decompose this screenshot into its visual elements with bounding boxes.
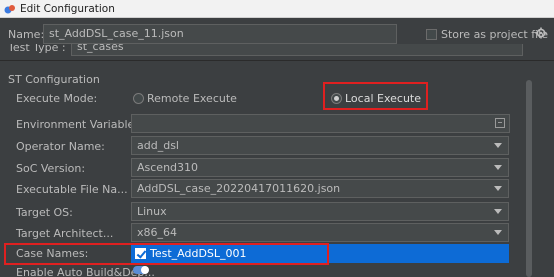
dialog-content: Name: st_AddDSL_case_11.json Store as pr…	[0, 18, 554, 277]
store-project-label[interactable]: Store as project file	[441, 28, 548, 41]
operator-name-select[interactable]: add_dsl	[131, 136, 509, 155]
app-icon	[4, 4, 15, 13]
divider	[0, 60, 554, 61]
soc-version-label: SoC Version:	[16, 162, 86, 175]
name-input[interactable]: st_AddDSL_case_11.json	[43, 24, 397, 44]
target-arch-label: Target Architect...	[16, 227, 114, 240]
chevron-down-icon[interactable]	[494, 143, 502, 148]
soc-version-select[interactable]: Ascend310	[131, 158, 509, 177]
chevron-down-icon[interactable]	[494, 209, 502, 214]
remote-execute-label[interactable]: Remote Execute	[147, 92, 237, 105]
test-type-row: Test Type : st_cases	[0, 44, 554, 58]
scrollbar-thumb[interactable]	[526, 80, 532, 277]
executable-file-label: Executable File Na...	[16, 183, 128, 196]
section-title: ST Configuration	[8, 73, 100, 86]
name-label: Name:	[8, 28, 45, 41]
remote-execute-radio[interactable]	[133, 93, 144, 104]
target-arch-value: x86_64	[137, 226, 178, 239]
executable-file-select[interactable]: AddDSL_case_20220417011620.json	[131, 179, 509, 198]
window-title: Edit Configuration	[20, 2, 115, 15]
chevron-down-icon[interactable]	[494, 186, 502, 191]
env-vars-label: Environment Variables:	[16, 118, 144, 131]
auto-build-toggle[interactable]	[133, 266, 149, 274]
local-execute-highlight	[323, 82, 428, 110]
soc-version-value: Ascend310	[137, 161, 199, 174]
env-vars-input[interactable]	[131, 114, 510, 133]
target-arch-select[interactable]: x86_64	[131, 223, 509, 242]
target-os-label: Target OS:	[16, 206, 73, 219]
title-bar: Edit Configuration	[0, 0, 554, 18]
chevron-down-icon[interactable]	[494, 165, 502, 170]
test-type-label: Test Type :	[8, 44, 66, 54]
case-names-highlight	[4, 243, 329, 265]
operator-name-label: Operator Name:	[16, 140, 105, 153]
execute-mode-label: Execute Mode:	[16, 92, 98, 105]
executable-file-value: AddDSL_case_20220417011620.json	[137, 182, 341, 195]
name-row: Name: st_AddDSL_case_11.json Store as pr…	[0, 22, 554, 46]
gear-icon[interactable]	[535, 27, 547, 39]
operator-name-value: add_dsl	[137, 139, 179, 152]
target-os-select[interactable]: Linux	[131, 202, 509, 221]
expand-icon[interactable]	[495, 118, 505, 128]
store-project-checkbox[interactable]	[426, 29, 437, 40]
test-type-select[interactable]: st_cases	[71, 44, 523, 56]
target-os-value: Linux	[137, 205, 167, 218]
chevron-down-icon[interactable]	[494, 230, 502, 235]
